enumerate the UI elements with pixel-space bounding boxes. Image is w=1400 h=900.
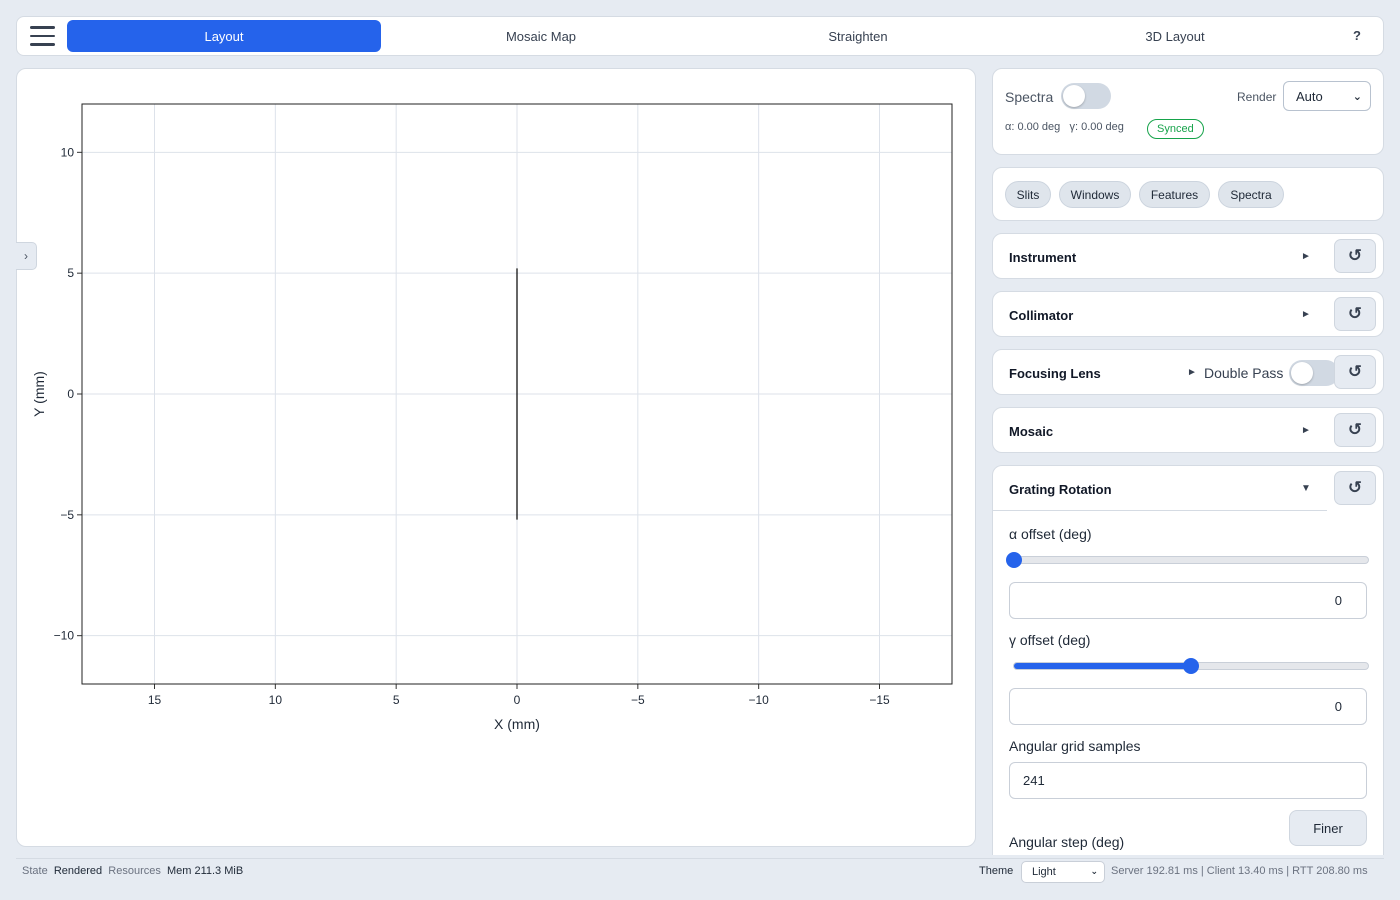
top-nav: Layout Mosaic Map Straighten 3D Layout ? — [16, 16, 1384, 56]
render-label: Render — [1237, 90, 1277, 104]
spectra-toggle[interactable] — [1061, 83, 1111, 109]
resources-label: Resources — [108, 865, 161, 877]
theme-select-value: Light — [1032, 866, 1056, 878]
x-axis-label: X (mm) — [494, 716, 540, 732]
x-tick-label: 0 — [514, 693, 521, 707]
timing-readout: Server 192.81 ms | Client 13.40 ms | RTT… — [1111, 865, 1368, 877]
double-pass-toggle[interactable] — [1289, 360, 1339, 386]
gamma-offset-input[interactable]: 0 — [1009, 688, 1367, 725]
section-grating-rotation: Grating Rotation ▼ ↺ α offset (deg) 0 γ … — [992, 465, 1384, 855]
section-title: Mosaic — [1009, 424, 1054, 439]
state-value: Rendered — [53, 865, 103, 877]
hamburger-icon[interactable] — [17, 17, 67, 55]
tab-bar: Layout Mosaic Map Straighten 3D Layout — [67, 20, 1335, 52]
state-label: State — [22, 865, 48, 877]
expand-arrow-icon[interactable]: ► — [1301, 309, 1311, 320]
section-focusing-lens[interactable]: Focusing Lens ► Double Pass ↺ — [992, 349, 1384, 395]
y-axis-label: Y (mm) — [31, 371, 47, 417]
alpha-offset-slider[interactable] — [1006, 552, 1369, 568]
y-tick-label: −10 — [54, 629, 75, 643]
section-title: Collimator — [1009, 308, 1074, 323]
angular-grid-samples-label: Angular grid samples — [1009, 738, 1141, 754]
reset-icon[interactable]: ↺ — [1334, 355, 1376, 389]
chip-slits[interactable]: Slits — [1005, 181, 1051, 208]
overlay-chips-card: Slits Windows Features Spectra — [992, 167, 1384, 221]
tab-mosaic-map[interactable]: Mosaic Map — [384, 20, 698, 52]
tab-straighten[interactable]: Straighten — [701, 20, 1015, 52]
sidebar-collapse-toggle[interactable]: › — [16, 242, 37, 270]
expand-arrow-icon[interactable]: ► — [1301, 251, 1311, 262]
double-pass-label: Double Pass — [1204, 365, 1284, 381]
layout-plot[interactable]: 15 10 5 0 −5 −10 −15 10 5 0 −5 −10 X (mm) Y (mm) — [16, 68, 974, 758]
y-tick-label: 10 — [61, 145, 75, 159]
angular-grid-samples-input[interactable]: 241 — [1009, 762, 1367, 799]
x-tick-label: 15 — [148, 693, 162, 707]
reset-icon[interactable]: ↺ — [1334, 471, 1376, 505]
tab-layout[interactable]: Layout — [67, 20, 381, 52]
section-title[interactable]: Grating Rotation — [1009, 482, 1112, 497]
y-tick-label: 0 — [67, 387, 74, 401]
synced-badge: Synced — [1147, 119, 1204, 139]
section-collimator[interactable]: Collimator ► ↺ — [992, 291, 1384, 337]
y-tick-label: 5 — [67, 266, 74, 280]
x-tick-label: −5 — [631, 693, 645, 707]
help-button[interactable]: ? — [1353, 28, 1361, 43]
angle-readout: α: 0.00 deg γ: 0.00 deg — [1005, 121, 1124, 133]
chip-spectra[interactable]: Spectra — [1218, 181, 1284, 208]
chevron-down-icon: ⌄ — [1352, 91, 1362, 103]
x-tick-label: 10 — [269, 693, 283, 707]
render-select-value: Auto — [1296, 88, 1323, 104]
alpha-offset-label: α offset (deg) — [1009, 526, 1092, 542]
alpha-readout: α: 0.00 deg — [1005, 121, 1061, 133]
expand-arrow-icon[interactable]: ► — [1301, 425, 1311, 436]
chevron-down-icon: ⌄ — [1090, 866, 1098, 876]
expand-arrow-icon[interactable]: ► — [1187, 367, 1197, 378]
finer-button[interactable]: Finer — [1289, 810, 1367, 846]
y-tick-label: −5 — [60, 508, 74, 522]
divider — [993, 510, 1327, 511]
x-tick-label: −10 — [748, 693, 769, 707]
spectra-label: Spectra — [1005, 89, 1054, 105]
chip-features[interactable]: Features — [1139, 181, 1210, 208]
gamma-offset-label: γ offset (deg) — [1009, 632, 1091, 648]
x-tick-label: −15 — [869, 693, 890, 707]
reset-icon[interactable]: ↺ — [1334, 413, 1376, 447]
section-title: Focusing Lens — [1009, 366, 1101, 381]
gamma-readout: γ: 0.00 deg — [1069, 121, 1124, 133]
section-title: Instrument — [1009, 250, 1077, 265]
resources-value: Mem 211.3 MiB — [166, 865, 244, 877]
section-mosaic[interactable]: Mosaic ► ↺ — [992, 407, 1384, 453]
theme-select[interactable]: Light ⌄ — [1021, 861, 1105, 883]
x-tick-label: 5 — [393, 693, 400, 707]
tab-3d-layout[interactable]: 3D Layout — [1018, 20, 1332, 52]
reset-icon[interactable]: ↺ — [1334, 239, 1376, 273]
slider-thumb[interactable] — [1183, 658, 1199, 674]
reset-icon[interactable]: ↺ — [1334, 297, 1376, 331]
chip-windows[interactable]: Windows — [1059, 181, 1131, 208]
status-left: State Rendered Resources Mem 211.3 MiB — [22, 865, 243, 877]
alpha-offset-input[interactable]: 0 — [1009, 582, 1367, 619]
spectra-card: Spectra Render Auto ⌄ α: 0.00 deg γ: 0.0… — [992, 68, 1384, 155]
render-select[interactable]: Auto ⌄ — [1283, 81, 1371, 111]
collapse-arrow-icon[interactable]: ▼ — [1301, 483, 1311, 494]
theme-label: Theme — [979, 865, 1014, 877]
section-instrument[interactable]: Instrument ► ↺ — [992, 233, 1384, 279]
angular-step-label: Angular step (deg) — [1009, 834, 1125, 850]
gamma-offset-slider[interactable] — [1013, 658, 1369, 674]
slider-fill — [1014, 663, 1191, 669]
slider-thumb[interactable] — [1006, 552, 1022, 568]
status-bar-divider — [16, 858, 1384, 859]
